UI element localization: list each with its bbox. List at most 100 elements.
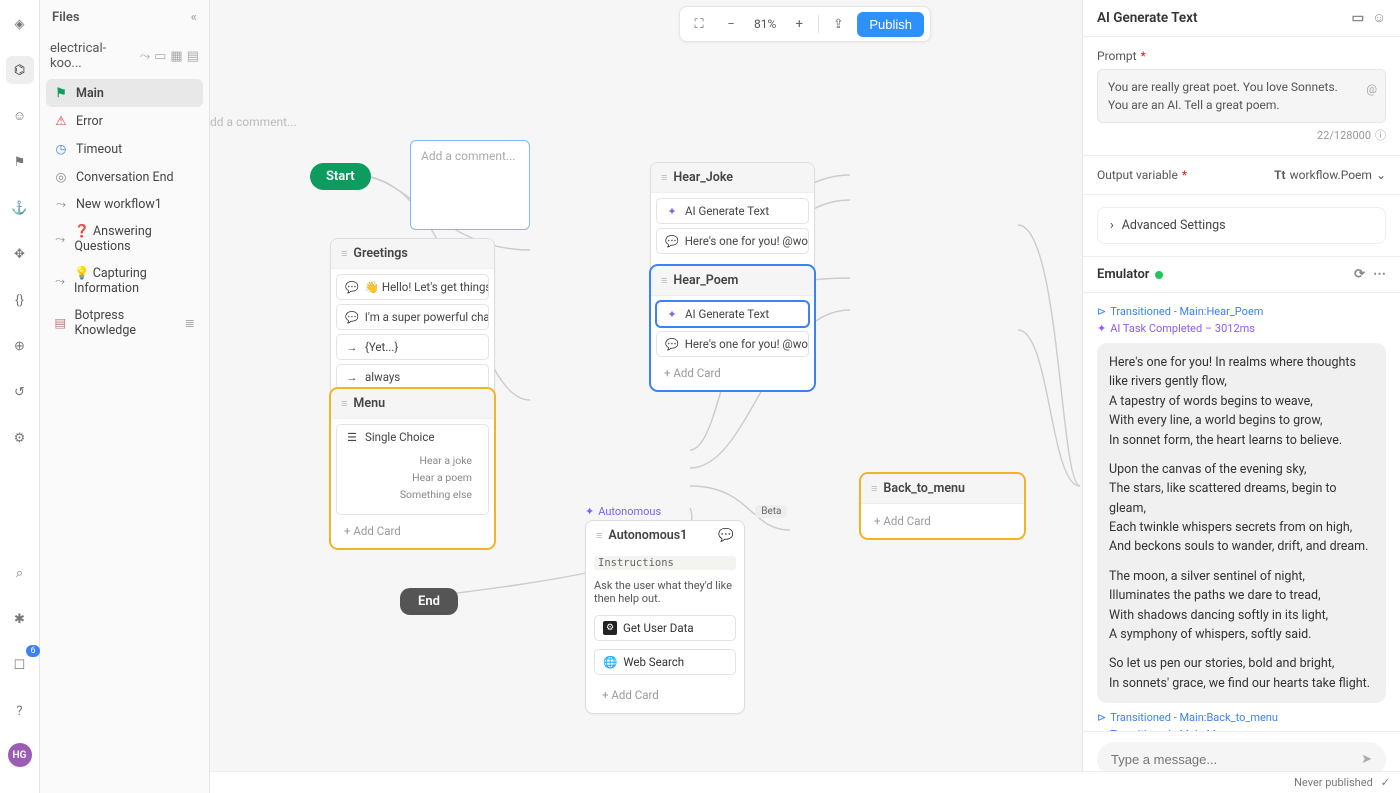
comment-box[interactable]: Add a comment...	[410, 140, 530, 230]
rail-asterisk-icon[interactable]: ✱	[6, 605, 34, 633]
card[interactable]: 💬👋 Hello! Let's get things started.	[336, 274, 489, 300]
robot-icon[interactable]: ☺	[1372, 10, 1386, 26]
files-header: Files «	[40, 0, 209, 35]
emulator-title: Emulator	[1097, 267, 1149, 282]
flow-icon: ⤳	[54, 197, 68, 212]
node-title: Autonomous1	[608, 528, 687, 543]
add-card[interactable]: Add Card	[594, 683, 736, 707]
node-hear-poem[interactable]: ≡Hear_Poem ✦AI Generate Text 💬Here's one…	[650, 265, 815, 391]
rail-settings-icon[interactable]: ⚙	[6, 424, 34, 452]
rail-help-icon[interactable]: ?	[6, 697, 34, 725]
rail-history-icon[interactable]: ↺	[6, 378, 34, 406]
rail-bot-icon[interactable]: ☺	[6, 102, 34, 130]
file-item[interactable]: ⤳💡 Capturing Information	[46, 260, 203, 302]
file-item[interactable]: ⤳❓ Answering Questions	[46, 218, 203, 260]
refresh-icon[interactable]: ⟳	[1354, 267, 1365, 282]
prompt-input[interactable]: You are really great poet. You love Sonn…	[1097, 69, 1386, 123]
advanced-settings-toggle[interactable]: › Advanced Settings	[1097, 207, 1386, 244]
card[interactable]: →always	[336, 364, 489, 390]
rail-inbox-icon[interactable]: ☐6	[6, 651, 34, 679]
panel-header: AI Generate Text ▭ ☺	[1083, 0, 1400, 37]
file-item[interactable]: ⚠Error	[46, 107, 203, 135]
card[interactable]: →{Yet...}	[336, 334, 489, 360]
fullscreen-icon[interactable]: ⛶	[686, 11, 712, 37]
project-book-icon[interactable]: ▤	[187, 49, 199, 64]
project-action-icon[interactable]: ⤳	[140, 49, 150, 64]
project-folder-icon[interactable]: ▭	[154, 49, 166, 64]
node-title: Menu	[353, 396, 385, 411]
end-node[interactable]: End	[400, 588, 458, 615]
card[interactable]: 💬Here's one for you! @workflow.Poem	[656, 331, 809, 357]
instructions-text: Ask the user what they'd like then help …	[594, 577, 736, 611]
card[interactable]: ✦AI Generate Text	[656, 198, 809, 224]
video-icon[interactable]: ▭	[1351, 10, 1364, 26]
file-label: ❓ Answering Questions	[74, 224, 195, 254]
node-back-to-menu[interactable]: ≡Back_to_menu Add Card	[860, 473, 1025, 539]
card-single-choice[interactable]: ☰Single Choice Hear a joke Hear a poem S…	[336, 424, 489, 515]
rail-workflows-icon[interactable]: ⌬	[6, 56, 34, 84]
rail-bookmark-icon[interactable]: ⚑	[6, 148, 34, 176]
send-icon[interactable]: ➤	[1361, 752, 1372, 767]
circle-icon: ◎	[54, 169, 68, 185]
card[interactable]: 💬Here's one for you! @workflow.Joke2	[656, 228, 809, 254]
card-ai-generate-text[interactable]: ✦AI Generate Text	[656, 301, 809, 327]
file-item[interactable]: ▤Botpress Knowledge≣	[46, 302, 203, 344]
project-row[interactable]: electrical-koo... ⤳ ▭ ▦ ▤	[40, 35, 209, 77]
publish-button[interactable]: Publish	[857, 12, 924, 37]
node-autonomous[interactable]: ≡Autonomous1💬 Instructions Ask the user …	[585, 520, 745, 714]
comment-ghost: dd a comment...	[210, 115, 297, 129]
project-name: electrical-koo...	[50, 41, 134, 71]
rail-search-icon[interactable]: ⌕	[6, 559, 34, 587]
avatar[interactable]: HG	[8, 743, 32, 767]
message-input[interactable]	[1111, 752, 1361, 767]
files-panel: Files « electrical-koo... ⤳ ▭ ▦ ▤ ⚑Main⚠…	[40, 0, 210, 793]
file-item[interactable]: ⤳ New workflow1	[46, 191, 203, 218]
logo-icon[interactable]: ◈	[6, 10, 34, 38]
zoom-out-icon[interactable]: −	[718, 11, 744, 37]
zoom-in-icon[interactable]: +	[786, 11, 812, 37]
project-table-icon[interactable]: ▦	[170, 49, 182, 64]
chat-icon: 💬	[718, 528, 734, 543]
info-icon[interactable]: ⓘ	[1375, 127, 1386, 143]
emulator-body[interactable]: ⊳Transitioned - Main:Hear_Poem ✦AI Task …	[1083, 293, 1400, 731]
icon-rail: ◈ ⌬ ☺ ⚑ ⚓ ✥ {} ⊕ ↺ ⚙ ⌕ ✱ ☐6 ? HG	[0, 0, 40, 793]
trace-line: ⊳Transitioned - Main:Hear_Poem	[1097, 303, 1386, 320]
collapse-panel-icon[interactable]: «	[191, 10, 197, 25]
node-title: Hear_Poem	[673, 273, 738, 288]
flag-icon: ⚑	[54, 85, 68, 101]
start-node[interactable]: Start	[310, 163, 371, 190]
right-panel: AI Generate Text ▭ ☺ Prompt * You are re…	[1082, 0, 1400, 793]
chevron-right-icon: ›	[1110, 218, 1114, 233]
rail-anchor-icon[interactable]: ⚓	[6, 194, 34, 222]
file-label: New workflow1	[76, 197, 162, 212]
check-icon: ✓	[1381, 776, 1390, 789]
export-icon[interactable]: ⇪	[825, 11, 851, 37]
node-menu[interactable]: ≡Menu ☰Single Choice Hear a joke Hear a …	[330, 388, 495, 549]
output-variable-select[interactable]: Tt workflow.Poem ⌄	[1274, 168, 1386, 182]
card[interactable]: 💬I'm a super powerful chatbot. You ...	[336, 304, 489, 330]
at-icon[interactable]: @	[1366, 80, 1377, 98]
rail-globe-icon[interactable]: ⊕	[6, 332, 34, 360]
tool-icon: ⚙	[603, 621, 617, 635]
rail-puzzle-icon[interactable]: ✥	[6, 240, 34, 268]
warn-icon: ⚠	[54, 113, 68, 129]
tool-row[interactable]: ⚙Get User Data	[594, 615, 736, 641]
emulator: Emulator ⟳ ⋯ ⊳Transitioned - Main:Hear_P…	[1083, 257, 1400, 793]
add-card[interactable]: Add Card	[866, 509, 1019, 533]
node-title: Hear_Joke	[673, 170, 733, 185]
file-label: Conversation End	[76, 170, 174, 185]
file-item[interactable]: ◎ Conversation End	[46, 163, 203, 191]
file-label: Botpress Knowledge	[75, 308, 177, 338]
file-item[interactable]: ⚑Main	[46, 79, 203, 107]
prompt-label: Prompt	[1097, 49, 1137, 63]
file-item[interactable]: ◷Timeout	[46, 135, 203, 163]
rail-braces-icon[interactable]: {}	[6, 286, 34, 314]
clock-icon: ◷	[54, 141, 68, 157]
status-dot	[1155, 271, 1163, 279]
more-icon[interactable]: ⋯	[1373, 267, 1386, 282]
canvas-toolbar: ⛶ − 81% + ⇪ Publish	[679, 6, 931, 42]
tool-row[interactable]: 🌐Web Search	[594, 649, 736, 675]
files-title: Files	[52, 10, 80, 25]
add-card[interactable]: Add Card	[656, 361, 809, 385]
add-card[interactable]: Add Card	[336, 519, 489, 543]
